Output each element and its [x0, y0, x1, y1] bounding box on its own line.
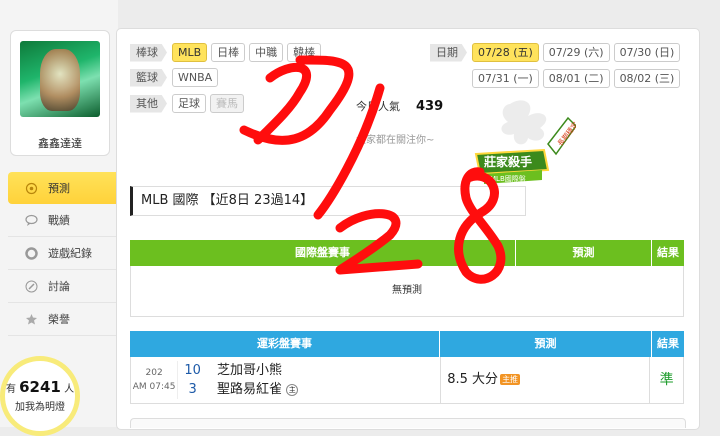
left-sidebar: 鑫鑫達達 預測 戰績 遊戲紀錄 討論 榮譽 有 6241 人 加我為明燈	[0, 0, 126, 436]
filter-label: 籃球	[130, 68, 167, 87]
target-icon	[24, 181, 38, 195]
chip-kbo[interactable]: 韓棒	[287, 43, 322, 62]
team-home[interactable]: 聖路易紅雀	[217, 382, 282, 397]
menu-item-game-history[interactable]: 遊戲紀錄	[8, 237, 116, 270]
badge-sub: MLB國際盤	[490, 174, 526, 183]
chip-soccer[interactable]: 足球	[172, 94, 206, 113]
col-match: 運彩盤賽事	[130, 331, 440, 357]
filter-date-row2: 07/31 (一) 08/01 (二) 08/02 (三)	[472, 69, 684, 88]
follow-cta[interactable]: 加我為明燈	[5, 398, 75, 413]
intl-table: 國際盤賽事 預測 結果 無預測	[130, 240, 684, 317]
avatar[interactable]	[20, 41, 100, 117]
menu-label: 預測	[48, 182, 70, 195]
home-mark: 主	[286, 383, 299, 396]
pick: 8.5 大分	[447, 372, 499, 387]
menu-label: 討論	[48, 280, 70, 293]
chip-date[interactable]: 07/28 (五)	[472, 43, 539, 62]
menu-item-honor[interactable]: 榮譽	[8, 303, 116, 336]
filter-label: 日期	[430, 43, 467, 62]
result-value: 準	[649, 357, 683, 403]
score-away: 10	[184, 363, 201, 378]
menu-label: 戰績	[48, 214, 70, 227]
pencil-icon	[24, 279, 38, 293]
chip-cpbl[interactable]: 中職	[249, 43, 284, 62]
game-time: AM 07:45	[132, 382, 176, 392]
popularity: 今日人氣 439	[356, 98, 443, 114]
side-menu: 預測 戰績 遊戲紀錄 討論 榮譽	[8, 172, 126, 336]
chip-date[interactable]: 07/29 (六)	[542, 43, 610, 62]
chip-date[interactable]: 07/30 (日)	[613, 43, 681, 62]
col-pred: 預測	[440, 331, 652, 357]
menu-label: 遊戲紀錄	[48, 247, 92, 260]
follow-widget[interactable]: 有 6241 人 加我為明燈	[0, 356, 80, 436]
fans-prefix: 有	[5, 384, 16, 395]
score-home: 3	[188, 382, 197, 397]
chip-date[interactable]: 08/02 (三)	[613, 69, 681, 88]
popularity-subtitle: 大家都在關注你~	[356, 135, 435, 146]
col-result: 結果	[652, 240, 684, 266]
chip-horse-racing: 賽馬	[210, 94, 244, 113]
col-pred: 預測	[516, 240, 652, 266]
filter-date-row1: 日期 07/28 (五) 07/29 (六) 07/30 (日)	[430, 43, 684, 62]
filter-label: 其他	[130, 94, 167, 113]
section-title: MLB 國際 【近8日 23過14】	[130, 186, 526, 216]
table-row[interactable]: 202 AM 07:45 10 3 芝加哥小熊 聖路易紅雀 主 8.5 大分 主推 準	[131, 357, 683, 403]
profile-name[interactable]: 鑫鑫達達	[11, 135, 109, 151]
chip-date[interactable]: 07/31 (一)	[472, 69, 539, 88]
game-code: 202	[145, 368, 163, 378]
badge-title: 莊家殺手	[483, 154, 532, 169]
col-match: 國際盤賽事	[130, 240, 516, 266]
chat-bubble-icon	[24, 213, 38, 227]
pick-tag: 主推	[500, 374, 521, 385]
team-away[interactable]: 芝加哥小熊	[217, 361, 440, 380]
chip-npb[interactable]: 日棒	[211, 43, 246, 62]
chip-date[interactable]: 08/01 (二)	[542, 69, 610, 88]
popularity-label: 今日人氣	[356, 100, 400, 113]
menu-item-predict[interactable]: 預測	[8, 172, 126, 204]
profile-card: 鑫鑫達達	[10, 30, 110, 156]
lottery-table: 運彩盤賽事 預測 結果 202 AM 07:45 10 3 芝加哥小熊 聖路易紅雀 …	[130, 331, 684, 404]
chip-wnba[interactable]: WNBA	[172, 68, 219, 87]
popularity-value: 439	[416, 99, 444, 114]
menu-item-discuss[interactable]: 討論	[8, 270, 116, 303]
filter-basketball: 籃球 WNBA	[130, 68, 222, 87]
fans-count: 6241	[19, 378, 61, 396]
empty-state: 無預測	[392, 285, 422, 296]
menu-label: 榮譽	[48, 313, 70, 326]
circle-icon	[24, 246, 38, 260]
medal-icon	[24, 312, 38, 326]
chip-mlb[interactable]: MLB	[172, 43, 208, 62]
filter-label: 棒球	[130, 43, 167, 62]
filter-other: 其他 足球 賽馬	[130, 94, 248, 113]
dealer-killer-badge: 莊家殺手 MLB國際盤 長期穩定	[474, 100, 576, 184]
filter-baseball: 棒球 MLB 日棒 中職 韓棒	[130, 43, 325, 62]
fans-suffix: 人	[64, 384, 75, 395]
menu-item-record[interactable]: 戰績	[8, 204, 116, 237]
col-result: 結果	[652, 331, 684, 357]
